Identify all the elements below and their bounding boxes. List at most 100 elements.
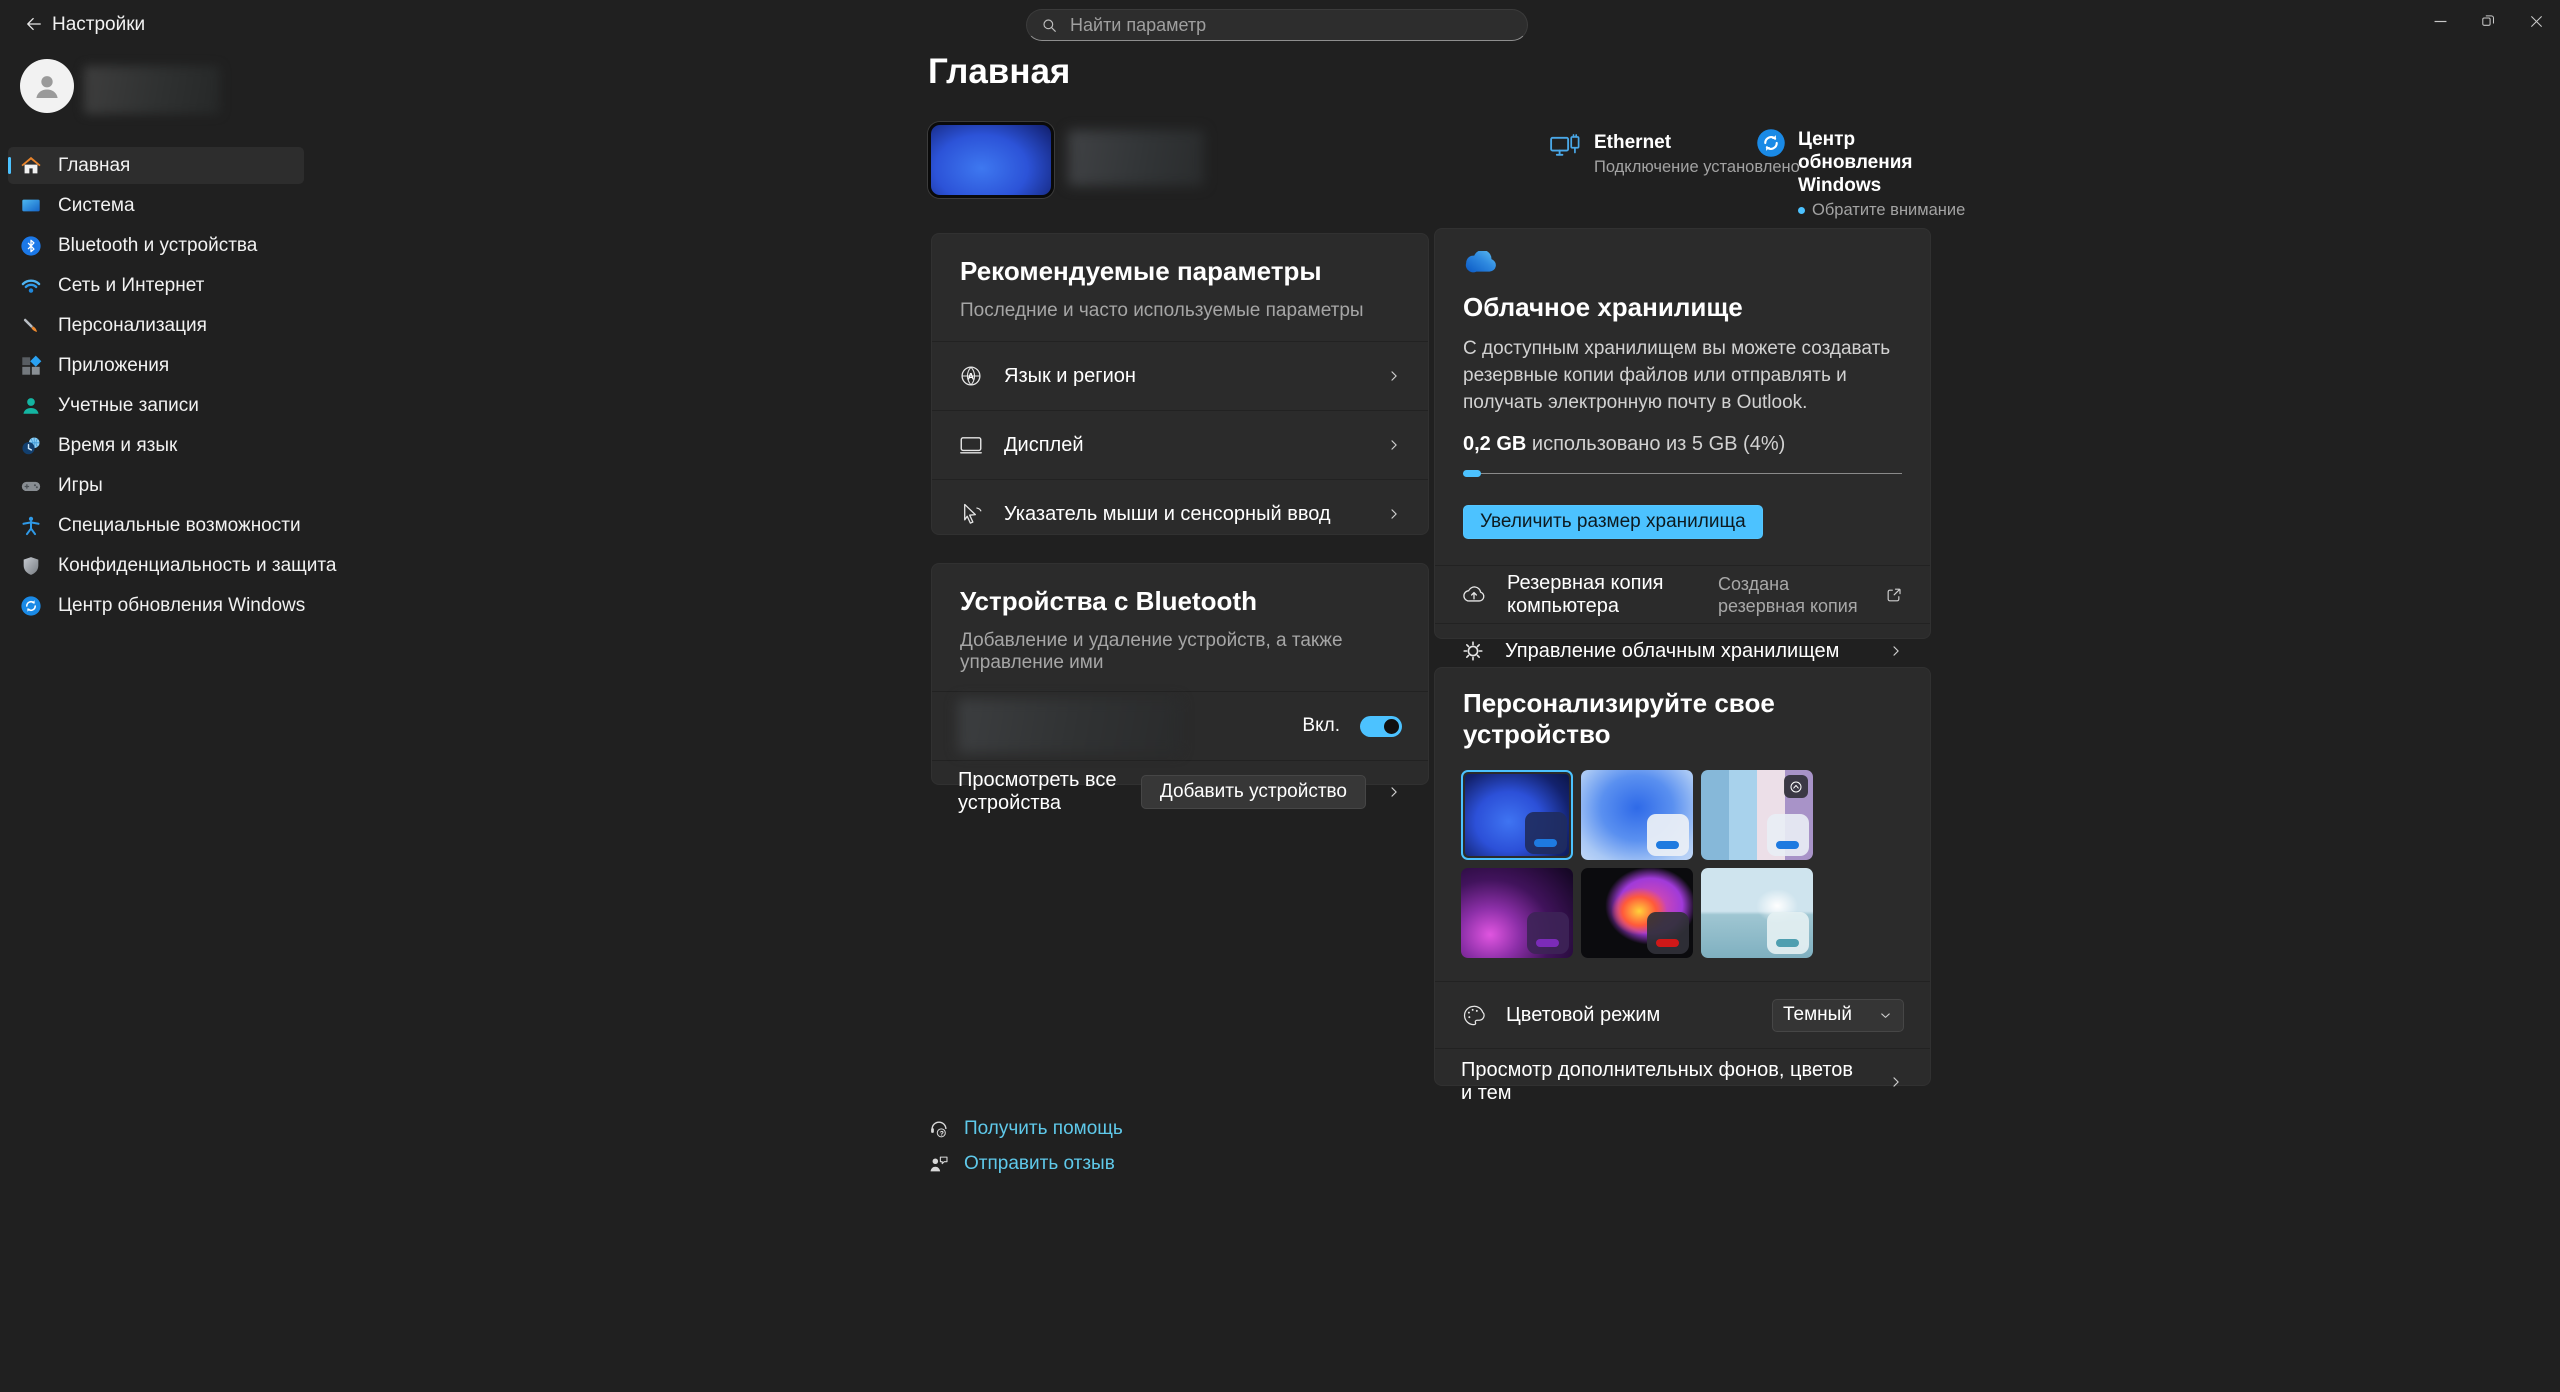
sidebar-item-personalization[interactable]: Персонализация: [8, 307, 304, 344]
device-thumbnail[interactable]: [928, 122, 1054, 198]
bluetooth-toggle[interactable]: [1360, 716, 1402, 737]
chevron-right-icon: [1386, 506, 1402, 522]
theme-mini-window: [1525, 812, 1567, 854]
sidebar-item-accessibility[interactable]: Специальные возможности: [8, 507, 304, 544]
progress-track: [1463, 473, 1902, 474]
sidebar-item-label: Главная: [58, 155, 130, 177]
sidebar-item-label: Конфиденциальность и защита: [58, 555, 336, 577]
mouse-pointer-icon: [958, 501, 984, 527]
sidebar-item-label: Сеть и Интернет: [58, 275, 204, 297]
sidebar-item-network[interactable]: Сеть и Интернет: [8, 267, 304, 304]
add-device-button[interactable]: Добавить устройство: [1141, 775, 1366, 809]
bluetooth-devices-card: Устройства с Bluetooth Добавление и удал…: [931, 563, 1429, 785]
spotlight-badge-icon: [1784, 775, 1808, 798]
sidebar-item-apps[interactable]: Приложения: [8, 347, 304, 384]
sidebar-item-bluetooth[interactable]: Bluetooth и устройства: [8, 227, 304, 264]
get-help-label: Получить помощь: [964, 1118, 1123, 1140]
card-title: Рекомендуемые параметры: [960, 256, 1400, 287]
theme-thumbnail-purple-glow[interactable]: [1461, 868, 1573, 958]
sidebar-nav: Главная Система Bluetooth и устройства С…: [8, 144, 304, 627]
sidebar-item-home[interactable]: Главная: [8, 147, 304, 184]
row-language-region[interactable]: A Язык и регион: [932, 341, 1428, 410]
chevron-right-icon: [1386, 368, 1402, 384]
settings-window: Настройки: [0, 0, 2560, 1392]
restore-button[interactable]: [2464, 0, 2512, 42]
windows-update-status[interactable]: Центр обновления Windows Обратите вниман…: [1756, 128, 1965, 220]
sidebar-item-windows-update[interactable]: Центр обновления Windows: [8, 587, 304, 624]
card-title: Устройства с Bluetooth: [960, 586, 1400, 617]
pc-backup-row[interactable]: Резервная копия компьютера Создана резер…: [1435, 565, 1930, 623]
cloud-storage-card: Облачное хранилище С доступным хранилище…: [1434, 228, 1931, 639]
color-mode-select[interactable]: Темный: [1772, 999, 1904, 1032]
onedrive-cloud-icon: [1463, 251, 1902, 273]
sidebar-item-label: Время и язык: [58, 435, 177, 457]
windows-update-icon: [20, 595, 42, 617]
sidebar: Главная Система Bluetooth и устройства С…: [0, 48, 312, 1392]
cloud-backup-icon: [1461, 582, 1487, 608]
storage-progress-bar: [1463, 470, 1902, 477]
sidebar-item-label: Приложения: [58, 355, 169, 377]
device-name-redacted: [1068, 130, 1204, 186]
card-subtitle: Последние и часто используемые параметры: [960, 300, 1400, 322]
minimize-icon: [2431, 12, 2450, 31]
view-all-label: Просмотреть все устройства: [958, 769, 1121, 815]
external-link-icon: [1884, 585, 1904, 605]
row-label: Резервная копия компьютера: [1507, 572, 1698, 618]
progress-fill: [1463, 470, 1481, 477]
row-label: Дисплей: [1004, 434, 1366, 457]
sidebar-item-accounts[interactable]: Учетные записи: [8, 387, 304, 424]
chevron-right-icon: [1386, 437, 1402, 453]
send-feedback-label: Отправить отзыв: [964, 1153, 1115, 1175]
update-subtitle: Обратите внимание: [1812, 201, 1965, 220]
upgrade-storage-button[interactable]: Увеличить размер хранилища: [1463, 505, 1763, 539]
theme-thumbnail-dark-floral[interactable]: [1581, 868, 1693, 958]
search-input[interactable]: [1068, 14, 1513, 37]
bluetooth-device-row: Вкл.: [932, 691, 1428, 760]
accessibility-icon: [20, 515, 42, 537]
get-help-link[interactable]: ? Получить помощь: [928, 1118, 1123, 1140]
toggle-knob: [1384, 719, 1399, 734]
display-icon: [958, 432, 984, 458]
row-label: Указатель мыши и сенсорный ввод: [1004, 503, 1366, 526]
back-button[interactable]: [14, 8, 54, 40]
attention-dot: [1798, 207, 1805, 214]
sidebar-item-gaming[interactable]: Игры: [8, 467, 304, 504]
sidebar-item-label: Система: [58, 195, 135, 217]
sidebar-item-system[interactable]: Система: [8, 187, 304, 224]
paintbrush-icon: [20, 315, 42, 337]
backup-status: Создана резервная копия: [1718, 573, 1864, 617]
theme-thumbnail-windows-light[interactable]: [1581, 770, 1693, 860]
sidebar-item-label: Bluetooth и устройства: [58, 235, 257, 257]
theme-thumbnail-spotlight[interactable]: [1701, 770, 1813, 860]
send-feedback-link[interactable]: Отправить отзыв: [928, 1153, 1123, 1175]
theme-mini-window: [1767, 814, 1809, 856]
help-headset-icon: ?: [928, 1118, 950, 1140]
row-mouse-pointer[interactable]: Указатель мыши и сенсорный ввод: [932, 479, 1428, 548]
language-region-icon: A: [958, 363, 984, 389]
gear-icon: [1461, 639, 1485, 663]
shield-icon: [20, 555, 42, 577]
browse-themes-row[interactable]: Просмотр дополнительных фонов, цветов и …: [1435, 1048, 1930, 1115]
user-name-redacted: [84, 66, 220, 114]
theme-mini-window: [1527, 912, 1569, 954]
browse-themes-label: Просмотр дополнительных фонов, цветов и …: [1461, 1059, 1868, 1105]
row-label: Управление облачным хранилищем: [1505, 640, 1868, 663]
minimize-button[interactable]: [2416, 0, 2464, 42]
view-all-devices-row[interactable]: Просмотреть все устройства Добавить устр…: [932, 760, 1428, 822]
cloud-description: С доступным хранилищем вы можете создава…: [1463, 335, 1902, 416]
sidebar-item-privacy[interactable]: Конфиденциальность и защита: [8, 547, 304, 584]
avatar[interactable]: [20, 59, 74, 113]
card-title: Персонализируйте свое устройство: [1463, 688, 1902, 750]
sidebar-item-time-language[interactable]: Время и язык: [8, 427, 304, 464]
bluetooth-device-name-redacted: [958, 699, 1180, 753]
theme-thumbnail-light-landscape[interactable]: [1701, 868, 1813, 958]
close-icon: [2527, 12, 2546, 31]
row-display[interactable]: Дисплей: [932, 410, 1428, 479]
personalize-card: Персонализируйте свое устройство: [1434, 667, 1931, 1086]
sidebar-item-label: Специальные возможности: [58, 515, 301, 537]
theme-thumbnail-windows-dark[interactable]: [1461, 770, 1573, 860]
close-button[interactable]: [2512, 0, 2560, 42]
apps-icon: [20, 355, 42, 377]
windows-update-icon: [1756, 128, 1786, 158]
palette-icon: [1461, 1003, 1486, 1028]
